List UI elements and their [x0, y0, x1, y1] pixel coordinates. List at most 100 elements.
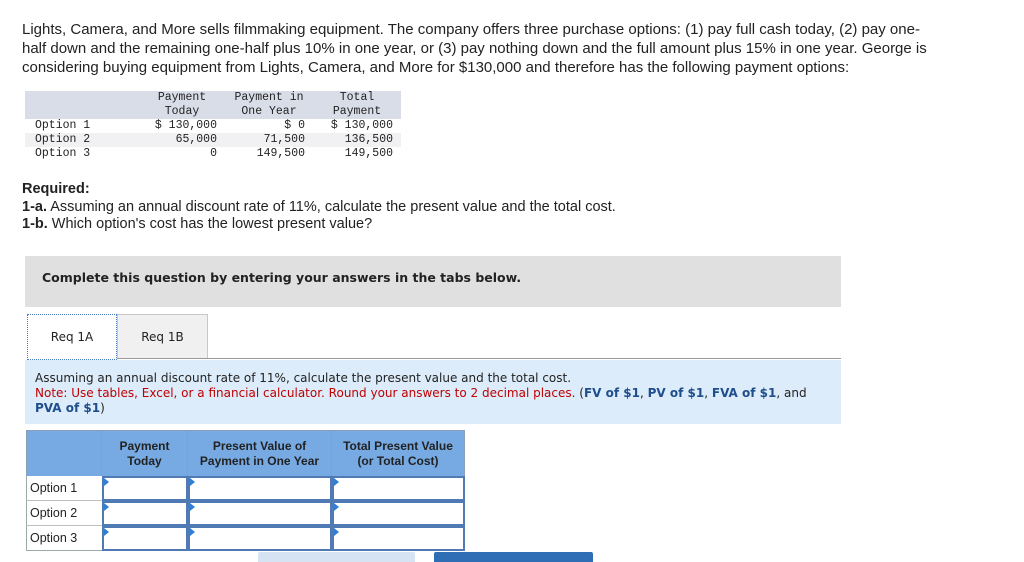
banner-text: Complete this question by entering your …: [42, 270, 522, 285]
option-2-pv-one-year-input[interactable]: [190, 503, 330, 524]
link-pva-of-1[interactable]: PVA of $1: [35, 401, 100, 415]
tab-req-1a[interactable]: Req 1A: [27, 314, 117, 360]
option-2-total-pv-cell[interactable]: [332, 501, 465, 526]
answer-header-payment-today: Payment Today: [102, 430, 188, 476]
next-tab-button[interactable]: [434, 552, 593, 562]
input-marker-icon: [334, 528, 339, 536]
table-row: Option 3 0 149,500 149,500: [25, 147, 401, 161]
option-1-payment-today-input[interactable]: [104, 478, 186, 499]
option-3-payment-today-input[interactable]: [104, 528, 186, 549]
option-1-total-pv-cell[interactable]: [332, 476, 465, 501]
input-marker-icon: [334, 503, 339, 511]
input-marker-icon: [104, 528, 109, 536]
separator: , and: [776, 386, 807, 400]
payment-today-value: 65,000: [139, 133, 225, 147]
given-header-payment-today: Payment Today: [139, 91, 225, 119]
instruction-note: Note: Use tables, Excel, or a financial …: [35, 386, 835, 416]
answer-header-total-pv: Total Present Value (or Total Cost): [332, 430, 465, 476]
payment-one-year-value: 71,500: [225, 133, 313, 147]
required-item-1a: 1-a. Assuming an annual discount rate of…: [22, 199, 616, 217]
option-3-pv-one-year-input[interactable]: [190, 528, 330, 549]
given-header-payment-one-year: Payment in One Year: [225, 91, 313, 119]
separator: ,: [704, 386, 712, 400]
link-fv-of-1[interactable]: FV of $1: [584, 386, 640, 400]
header-line: Payment in One Year: [199, 453, 320, 468]
input-marker-icon: [190, 478, 195, 486]
input-marker-icon: [190, 528, 195, 536]
separator: ,: [639, 386, 648, 400]
option-2-payment-today-input[interactable]: [104, 503, 186, 524]
row-label: Option 2: [26, 501, 102, 526]
payment-one-year-value: 149,500: [256, 147, 305, 160]
option-3-total-pv-input[interactable]: [334, 528, 463, 549]
instruction-text: Assuming an annual discount rate of 11%,…: [35, 371, 572, 385]
header-line: Total: [339, 91, 375, 104]
answer-header-pv-one-year: Present Value of Payment in One Year: [188, 430, 332, 476]
total-payment-value: 149,500: [344, 147, 393, 160]
row-label: Option 1: [35, 119, 91, 132]
link-fva-of-1[interactable]: FVA of $1: [712, 386, 776, 400]
header-line: Today: [127, 453, 162, 468]
header-line: Payment: [119, 438, 170, 453]
input-marker-icon: [104, 478, 109, 486]
tab-instructions: Assuming an annual discount rate of 11%,…: [25, 360, 841, 424]
input-marker-icon: [104, 503, 109, 511]
row-label: Option 3: [35, 147, 91, 160]
header-line: Payment in: [234, 91, 304, 104]
option-1-total-pv-input[interactable]: [334, 478, 463, 499]
required-heading: Required:: [22, 181, 90, 197]
option-1-pv-one-year-input[interactable]: [190, 478, 330, 499]
row-label: Option 1: [26, 476, 102, 501]
header-line: Today: [164, 105, 200, 118]
header-line: One Year: [241, 105, 297, 118]
option-3-pv-one-year-cell[interactable]: [188, 526, 332, 551]
total-payment-value: $ 130,000: [330, 119, 393, 132]
input-marker-icon: [334, 478, 339, 486]
previous-tab-button[interactable]: [258, 552, 415, 562]
option-2-pv-one-year-cell[interactable]: [188, 501, 332, 526]
header-line: (or Total Cost): [357, 453, 439, 468]
row-label: Option 3: [26, 526, 102, 551]
link-pv-of-1[interactable]: PV of $1: [648, 386, 705, 400]
instructions-banner: Complete this question by entering your …: [25, 256, 841, 307]
option-3-payment-today-cell[interactable]: [102, 526, 188, 551]
required-text: Which option's cost has the lowest prese…: [47, 216, 373, 232]
row-label: Option 2: [25, 133, 139, 147]
payment-today-value: 0: [210, 147, 217, 160]
header-line: Present Value of: [212, 438, 307, 453]
option-2-payment-today-cell[interactable]: [102, 501, 188, 526]
required-tag: 1-a.: [22, 198, 47, 215]
table-row: Option 2: [26, 501, 465, 526]
answer-table-header: Payment Today Present Value of Payment in …: [26, 430, 465, 476]
tab-divider: [117, 358, 841, 359]
header-line: Payment: [157, 91, 207, 104]
table-row: Option 2 65,000 71,500 136,500: [25, 133, 401, 147]
payment-today-value: $ 130,000: [154, 119, 217, 132]
given-table-header: Payment Today Payment in One Year Total Pay…: [25, 91, 401, 119]
option-1-payment-today-cell[interactable]: [102, 476, 188, 501]
option-3-total-pv-cell[interactable]: [332, 526, 465, 551]
answer-header-blank: [26, 430, 102, 476]
table-row: Option 3: [26, 526, 465, 551]
option-2-total-pv-input[interactable]: [334, 503, 463, 524]
required-tag: 1-b.: [22, 216, 48, 232]
payment-one-year-value: $ 0: [284, 119, 305, 132]
paren-close: ): [100, 401, 105, 415]
required-item-1b: 1-b. Which option's cost has the lowest …: [22, 216, 616, 234]
input-marker-icon: [190, 503, 195, 511]
note-text: Note: Use tables, Excel, or a financial …: [35, 386, 576, 400]
required-section: Required: 1-a. Assuming an annual discou…: [22, 181, 616, 234]
given-header-total-payment: Total Payment: [313, 91, 401, 119]
required-text: Assuming an annual discount rate of 11%,…: [47, 198, 616, 215]
problem-intro: Lights, Camera, and More sells filmmakin…: [22, 21, 927, 76]
given-header-blank: [25, 91, 139, 119]
header-line: Payment: [332, 105, 382, 118]
option-1-pv-one-year-cell[interactable]: [188, 476, 332, 501]
header-line: Total Present Value: [343, 438, 453, 453]
total-payment-value: 136,500: [313, 133, 401, 147]
table-row: Option 1: [26, 476, 465, 501]
payment-options-table: Payment Today Payment in One Year Total Pay…: [25, 91, 401, 161]
paren-open: (: [575, 386, 584, 400]
table-row: Option 1 $ 130,000 $ 0 $ 130,000: [25, 119, 401, 133]
tab-req-1b[interactable]: Req 1B: [117, 314, 208, 358]
